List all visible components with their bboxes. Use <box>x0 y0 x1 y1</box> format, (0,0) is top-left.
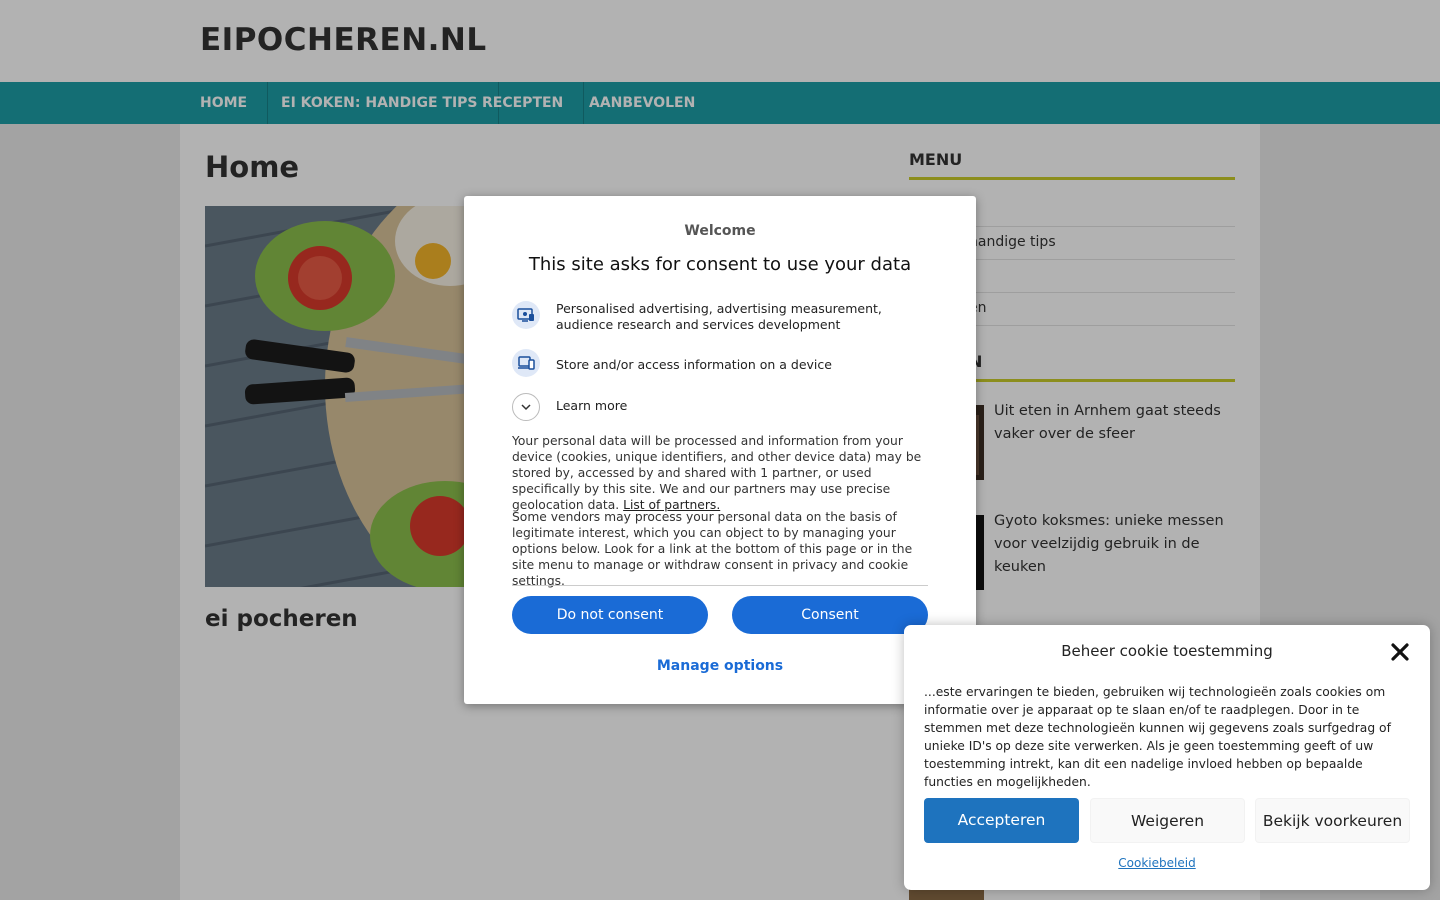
manage-options-button[interactable]: Manage options <box>464 658 976 674</box>
consent-paragraph-1: Your personal data will be processed and… <box>512 434 922 512</box>
device-storage-icon <box>512 349 540 377</box>
consent-dialog: Welcome This site asks for consent to us… <box>464 196 976 704</box>
view-preferences-button[interactable]: Bekijk voorkeuren <box>1255 798 1410 843</box>
consent-button[interactable]: Consent <box>732 596 928 634</box>
dialog-welcome: Welcome <box>684 223 756 239</box>
accept-button[interactable]: Accepteren <box>924 798 1079 843</box>
close-icon[interactable] <box>1388 640 1412 664</box>
do-not-consent-button[interactable]: Do not consent <box>512 596 708 634</box>
cookie-policy-link[interactable]: Cookiebeleid <box>904 856 1410 870</box>
cookie-popup-title: Beheer cookie toestemming <box>1061 642 1273 660</box>
consent-paragraph-2: Some vendors may process your personal d… <box>512 510 913 588</box>
personalised-ads-icon <box>512 301 540 329</box>
cookie-popup-text: ...este ervaringen te bieden, gebruiken … <box>924 685 1391 789</box>
chevron-down-icon[interactable] <box>512 393 540 421</box>
divider <box>512 585 928 586</box>
purpose-label: Store and/or access information on a dev… <box>556 357 832 372</box>
refuse-button[interactable]: Weigeren <box>1090 798 1245 843</box>
learn-more-toggle[interactable]: Learn more <box>556 398 931 414</box>
dialog-heading: This site asks for consent to use your d… <box>528 254 912 275</box>
cookie-consent-popup: Beheer cookie toestemming ...este ervari… <box>904 625 1430 890</box>
purpose-label: Personalised advertising, advertising me… <box>556 301 882 332</box>
